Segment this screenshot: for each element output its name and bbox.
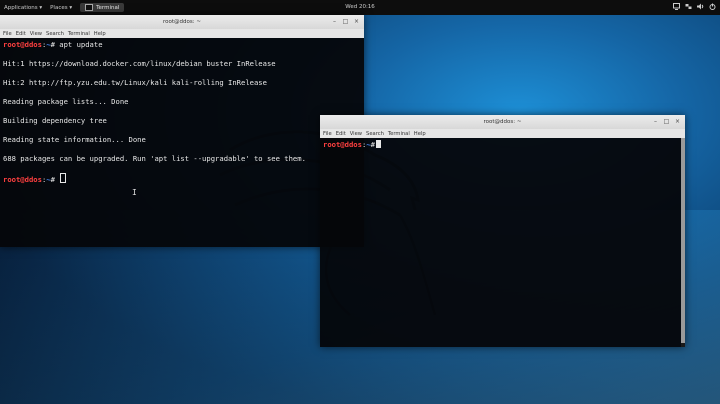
text-cursor: [60, 173, 67, 183]
prompt-line: root@ddos:~#: [3, 173, 361, 185]
menu-search[interactable]: Search: [46, 31, 64, 37]
volume-icon[interactable]: [697, 3, 704, 10]
prompt-symbol: #: [50, 40, 60, 49]
window-title: root@ddos: ~: [483, 119, 522, 125]
terminal-icon: [85, 4, 94, 11]
menu-help[interactable]: Help: [94, 31, 106, 37]
applications-menu[interactable]: Applications ▾: [0, 5, 46, 11]
network-icon[interactable]: [685, 3, 692, 10]
output-line: Hit:2 http://ftp.yzu.edu.tw/Linux/kali k…: [3, 78, 267, 87]
menu-edit[interactable]: Edit: [16, 31, 26, 37]
power-icon[interactable]: [709, 3, 716, 10]
menu-help[interactable]: Help: [414, 131, 426, 137]
command-text: apt update: [59, 40, 103, 49]
taskbar-terminal-label: Terminal: [96, 4, 120, 11]
window-title: root@ddos: ~: [163, 19, 201, 25]
terminal-window-2[interactable]: root@ddos: ~ – □ × File Edit View Search…: [320, 115, 685, 347]
prompt-user: root@ddos: [3, 40, 42, 49]
maximize-button[interactable]: □: [342, 18, 349, 25]
menu-file[interactable]: File: [323, 131, 332, 137]
output-line: Building dependency tree: [3, 116, 107, 125]
top-panel: Applications ▾ Places ▾ Terminal Wed 20:…: [0, 0, 720, 15]
output-line: Reading state information... Done: [3, 135, 146, 144]
terminal-output[interactable]: root@ddos:~#: [320, 138, 685, 347]
minimize-button[interactable]: –: [331, 18, 338, 25]
minimize-button[interactable]: –: [652, 118, 659, 125]
prompt-line: root@ddos:~#: [323, 140, 682, 150]
system-tray: [673, 3, 716, 10]
menu-view[interactable]: View: [30, 31, 42, 37]
output-line: 688 packages can be upgraded. Run 'apt l…: [3, 154, 306, 163]
prompt-symbol: #: [50, 175, 60, 184]
titlebar[interactable]: root@ddos: ~ – □ ×: [320, 115, 685, 129]
menu-edit[interactable]: Edit: [336, 131, 346, 137]
prompt-symbol: #: [370, 140, 375, 149]
menu-terminal[interactable]: Terminal: [68, 31, 90, 37]
mouse-ibeam-icon: I: [132, 188, 137, 197]
menu-file[interactable]: File: [3, 31, 12, 37]
menubar: File Edit View Search Terminal Help: [320, 129, 685, 138]
text-cursor: [375, 140, 381, 148]
menu-search[interactable]: Search: [366, 131, 384, 137]
terminal-output[interactable]: root@ddos:~# apt update Hit:1 https://do…: [0, 38, 364, 247]
taskbar-terminal-button[interactable]: Terminal: [80, 3, 125, 12]
scrollbar-thumb[interactable]: [681, 138, 685, 343]
menu-view[interactable]: View: [350, 131, 362, 137]
places-menu[interactable]: Places ▾: [46, 5, 76, 11]
output-line: Hit:1 https://download.docker.com/linux/…: [3, 59, 276, 68]
clock[interactable]: Wed 20:16: [340, 4, 380, 10]
menu-terminal[interactable]: Terminal: [388, 131, 410, 137]
prompt-line: root@ddos:~# apt update: [3, 40, 361, 50]
close-button[interactable]: ×: [353, 18, 360, 25]
terminal-window-1[interactable]: root@ddos: ~ – □ × File Edit View Search…: [0, 15, 364, 247]
prompt-user: root@ddos: [323, 140, 362, 149]
prompt-user: root@ddos: [3, 175, 42, 184]
maximize-button[interactable]: □: [663, 118, 670, 125]
close-button[interactable]: ×: [674, 118, 681, 125]
menubar: File Edit View Search Terminal Help: [0, 29, 364, 38]
titlebar[interactable]: root@ddos: ~ – □ ×: [0, 15, 364, 29]
scrollbar[interactable]: [681, 138, 685, 347]
output-line: Reading package lists... Done: [3, 97, 129, 106]
screen-icon[interactable]: [673, 3, 680, 10]
